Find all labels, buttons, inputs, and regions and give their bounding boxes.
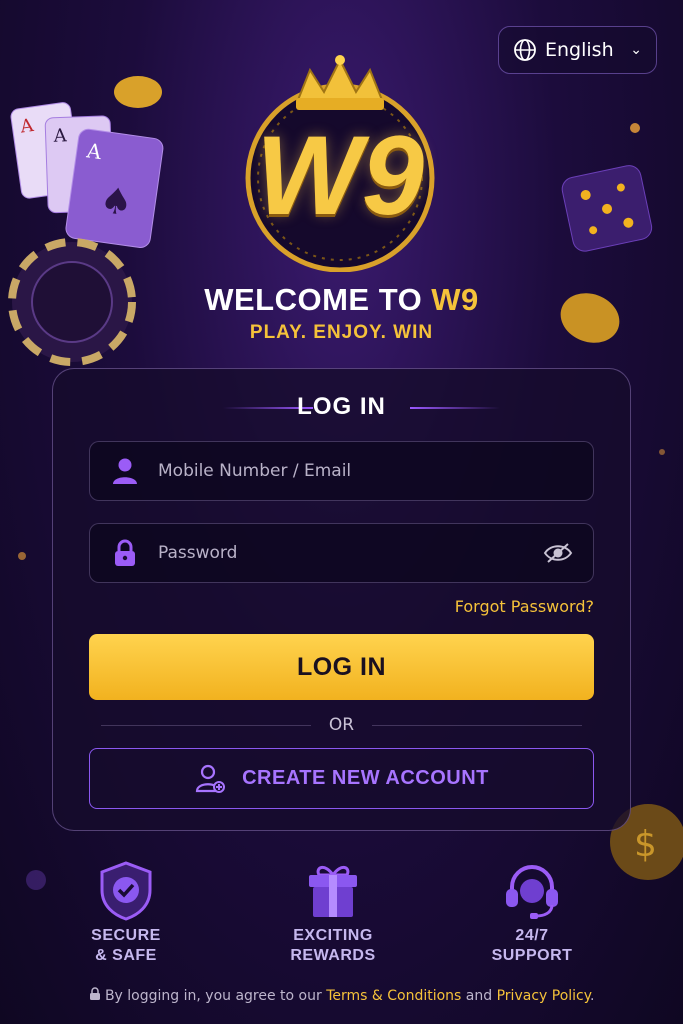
- create-account-button[interactable]: CREATE NEW ACCOUNT: [89, 748, 594, 809]
- login-title: LOG IN: [297, 393, 386, 420]
- globe-icon: [514, 39, 536, 61]
- username-input[interactable]: [158, 461, 573, 481]
- forgot-password-link[interactable]: Forgot Password?: [455, 597, 594, 616]
- svg-text:♠: ♠: [97, 180, 135, 225]
- feature-label: EXCITING REWARDS: [290, 927, 376, 964]
- logo-text: W9: [256, 113, 424, 238]
- feature-rewards: EXCITING REWARDS: [253, 856, 413, 966]
- terms-and: and: [461, 988, 497, 1004]
- show-password-icon[interactable]: [543, 542, 573, 564]
- welcome-prefix: WELCOME TO: [204, 282, 432, 317]
- chevron-down-icon: ⌄: [630, 42, 642, 58]
- shield-check-icon: [100, 861, 152, 921]
- password-field[interactable]: [89, 523, 594, 583]
- language-selector[interactable]: English ⌄: [498, 26, 657, 74]
- lock-icon: [89, 987, 105, 1004]
- tagline: PLAY. ENJOY. WIN: [249, 322, 434, 343]
- terms-notice: By logging in, you agree to our Terms & …: [0, 987, 683, 1004]
- login-button[interactable]: LOG IN: [89, 634, 594, 700]
- feature-label: SECURE & SAFE: [91, 927, 161, 964]
- svg-text:$: $: [634, 824, 657, 865]
- terms-suffix: .: [590, 988, 595, 1004]
- feature-support: 24/7 SUPPORT: [452, 856, 612, 966]
- brand-logo: W9: [200, 52, 480, 273]
- username-field[interactable]: [89, 441, 594, 501]
- user-icon: [110, 457, 140, 485]
- add-user-icon: [196, 764, 226, 793]
- svg-text:A: A: [52, 125, 68, 147]
- terms-link[interactable]: Terms & Conditions: [326, 988, 461, 1004]
- terms-prefix: By logging in, you agree to our: [104, 988, 327, 1004]
- title-divider-right: [410, 407, 500, 409]
- headset-icon: [506, 865, 558, 919]
- welcome-accent: W9: [431, 282, 479, 317]
- language-label: English: [545, 39, 614, 61]
- gift-icon: [309, 866, 357, 917]
- feature-secure: SECURE & SAFE: [46, 856, 206, 966]
- welcome-heading: WELCOME TO W9: [0, 282, 683, 318]
- login-card: LOG IN Forgot Password?: [52, 368, 631, 831]
- create-account-label: CREATE NEW ACCOUNT: [242, 767, 489, 789]
- privacy-link[interactable]: Privacy Policy: [497, 988, 590, 1004]
- or-divider: OR: [89, 715, 594, 735]
- password-input[interactable]: [158, 543, 543, 563]
- lock-icon: [110, 539, 140, 567]
- feature-label: 24/7 SUPPORT: [491, 927, 573, 964]
